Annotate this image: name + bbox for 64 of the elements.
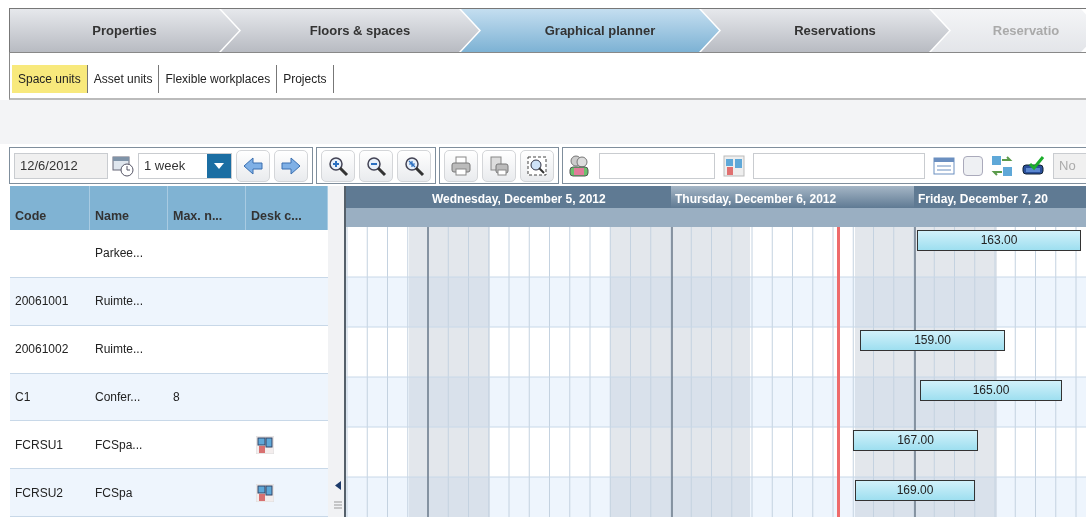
zoom-fit-button[interactable] <box>397 149 431 182</box>
calendar-icon[interactable] <box>112 154 134 177</box>
day-header: Friday, December 7, 20 <box>917 191 1049 208</box>
zoom-out-button[interactable] <box>359 149 393 182</box>
column-header[interactable]: Code <box>10 186 90 230</box>
table-cell-text: Parkee... <box>95 245 144 263</box>
wizard-step[interactable]: Floors & spaces <box>221 9 479 52</box>
zoom-in-button[interactable] <box>321 149 355 182</box>
day-header: Wednesday, December 5, 2012 <box>431 191 607 208</box>
table-cell-text: FCSpa <box>95 484 133 502</box>
tab[interactable]: Projects <box>277 65 334 93</box>
table-cell-text: FCSpa... <box>95 436 143 454</box>
swap-icon[interactable] <box>991 154 1013 177</box>
copy-print-icon <box>488 154 510 177</box>
table-cell-text: Confer... <box>95 388 141 406</box>
list-icon[interactable] <box>933 156 955 175</box>
reservation-bar[interactable]: 159.00 <box>860 330 1005 351</box>
fit-screen-button[interactable] <box>520 149 554 182</box>
reservation-bar[interactable]: 163.00 <box>917 230 1081 251</box>
reservation-bar[interactable]: 167.00 <box>853 430 978 451</box>
period-select[interactable]: 1 week <box>138 152 232 179</box>
table-row[interactable]: 20061001 Ruimte... <box>10 277 328 326</box>
table-cell-text: 20061001 <box>15 293 69 311</box>
column-header[interactable]: Max. n... <box>168 186 246 230</box>
arrow-left-icon <box>242 154 264 177</box>
space-field[interactable] <box>753 152 925 179</box>
wizard-step[interactable]: Properties <box>9 9 239 52</box>
table-cell-text: FCRSU1 <box>15 436 63 454</box>
table-cell-text: Ruimte... <box>95 341 143 359</box>
reservation-bar[interactable]: 165.00 <box>920 380 1062 401</box>
column-header[interactable]: Name <box>90 186 168 230</box>
print-button[interactable] <box>444 149 478 182</box>
people-icon[interactable] <box>567 153 591 178</box>
printer-icon <box>450 154 472 177</box>
tab[interactable]: Flexible workplaces <box>159 65 278 93</box>
table-cell-text: 8 <box>173 388 180 406</box>
grip-icon[interactable] <box>334 501 342 509</box>
wizard-step[interactable]: Graphical planner <box>461 9 719 52</box>
date-field[interactable]: 12/6/2012 <box>14 152 108 179</box>
arrow-right-icon <box>280 154 302 177</box>
fit-screen-icon <box>526 154 548 177</box>
previous-button[interactable] <box>236 149 270 182</box>
day-header: Thursday, December 6, 2012 <box>671 186 914 208</box>
collapse-icon[interactable] <box>335 481 341 490</box>
tab[interactable]: Space units <box>12 65 88 93</box>
sofa-check-icon[interactable] <box>1021 154 1045 177</box>
table-cell-text: FCRSU2 <box>15 484 63 502</box>
table-row[interactable]: FCRSU2 FCSpa <box>10 469 328 517</box>
table-cell-text: C1 <box>15 388 31 406</box>
zoom-in-icon <box>327 154 349 177</box>
zoom-out-icon <box>365 154 387 177</box>
caret-icon <box>214 162 224 169</box>
zoom-fit-icon <box>403 154 425 177</box>
table-cell-text: Ruimte... <box>95 293 143 311</box>
person-field[interactable] <box>599 152 715 179</box>
table-cell-text: 20061002 <box>15 341 69 359</box>
space-icon[interactable] <box>723 154 745 177</box>
tab[interactable]: Asset units <box>87 65 160 93</box>
wizard-step[interactable]: Reservations <box>701 9 949 52</box>
print-copy-button[interactable] <box>482 149 516 182</box>
next-button[interactable] <box>274 149 308 182</box>
reservation-bar[interactable]: 169.00 <box>855 480 975 501</box>
table-row[interactable]: C1 Confer... 8 <box>10 373 328 422</box>
show-all-checkbox[interactable] <box>963 155 983 176</box>
